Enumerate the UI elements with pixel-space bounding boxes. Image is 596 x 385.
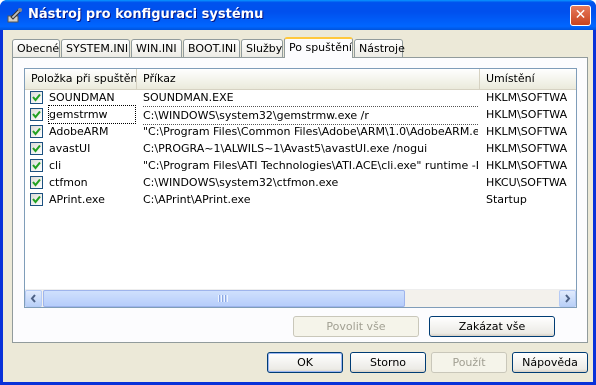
column-header-item[interactable]: Položka při spuštění	[25, 69, 137, 89]
enable-checkbox[interactable]	[30, 159, 43, 172]
list-item[interactable]: cli "C:\Program Files\ATI Technologies\A…	[25, 157, 576, 174]
dialog-client: Obecné SYSTEM.INI WIN.INI BOOT.INI Služb…	[3, 30, 593, 382]
item-location: HKLM\SOFTWA	[486, 91, 568, 104]
scroll-right-button[interactable]	[559, 290, 576, 307]
enable-checkbox[interactable]	[30, 193, 43, 206]
check-icon	[32, 93, 41, 102]
arrow-right-icon	[565, 294, 571, 303]
tab-win-ini[interactable]: WIN.INI	[131, 39, 182, 57]
check-icon	[32, 161, 41, 170]
check-icon	[32, 127, 41, 136]
item-name: gemstrmw	[48, 105, 136, 124]
help-button[interactable]: Nápověda	[512, 352, 588, 373]
list-item[interactable]: avastUI C:\PROGRA~1\ALWILS~1\Avast5\avas…	[25, 140, 576, 157]
item-location: HKLM\SOFTWA	[486, 125, 568, 138]
item-name: ctfmon	[49, 176, 88, 189]
check-icon	[32, 178, 41, 187]
disable-all-button[interactable]: Zakázat vše	[429, 316, 555, 337]
item-location: Startup	[486, 193, 527, 206]
enable-checkbox[interactable]	[30, 176, 43, 189]
grip-icon	[218, 295, 228, 302]
tab-services[interactable]: Služby	[241, 39, 283, 57]
item-command: "C:\Program Files\Common Files\Adobe\ARM…	[143, 125, 478, 138]
list-item[interactable]: gemstrmw C:\WINDOWS\system32\gemstrmw.ex…	[25, 105, 576, 125]
horizontal-scrollbar[interactable]	[25, 289, 576, 307]
item-location: HKCU\SOFTWA	[486, 176, 567, 189]
item-command: C:\WINDOWS\system32\ctfmon.exe	[143, 176, 339, 189]
enable-checkbox[interactable]	[30, 142, 43, 155]
list-header: Položka při spuštění Příkaz Umístění	[25, 69, 576, 90]
cancel-button[interactable]: Storno	[350, 352, 426, 373]
tab-general[interactable]: Obecné	[12, 39, 60, 57]
msconfig-icon	[7, 8, 22, 23]
list-item[interactable]: ctfmon C:\WINDOWS\system32\ctfmon.exe HK…	[25, 174, 576, 191]
enable-checkbox[interactable]	[30, 125, 43, 138]
enable-checkbox[interactable]	[30, 91, 43, 104]
item-command: SOUNDMAN.EXE	[143, 91, 234, 104]
arrow-left-icon	[30, 294, 36, 303]
list-item[interactable]: AdobeARM "C:\Program Files\Common Files\…	[25, 123, 576, 140]
item-location: HKLM\SOFTWA	[486, 142, 568, 155]
check-icon	[32, 110, 41, 119]
column-header-location[interactable]: Umístění	[480, 69, 576, 89]
ok-button[interactable]: OK	[267, 352, 343, 373]
column-header-command[interactable]: Příkaz	[137, 69, 480, 89]
title-bar[interactable]: Nástroj pro konfiguraci systému ✕	[0, 0, 596, 30]
item-command: "C:\Program Files\ATI Technologies\ATI.A…	[143, 159, 478, 172]
scroll-left-button[interactable]	[25, 290, 42, 307]
item-command: C:\APrint\APrint.exe	[143, 193, 251, 206]
scroll-thumb[interactable]	[43, 290, 405, 307]
startup-tab-panel: Položka při spuštění Příkaz Umístění SOU…	[12, 57, 588, 343]
list-item[interactable]: APrint.exe C:\APrint\APrint.exe Startup	[25, 191, 576, 208]
tab-boot-ini[interactable]: BOOT.INI	[183, 39, 240, 57]
apply-button[interactable]: Použít	[431, 352, 507, 373]
item-name: SOUNDMAN	[49, 91, 115, 104]
tab-startup[interactable]: Po spuštění	[284, 37, 353, 58]
item-name: AdobeARM	[49, 125, 109, 138]
item-location: HKLM\SOFTWA	[486, 159, 568, 172]
item-name: avastUI	[49, 142, 91, 155]
window-title: Nástroj pro konfiguraci systému	[28, 7, 264, 22]
enable-checkbox[interactable]	[30, 108, 43, 121]
tab-system-ini[interactable]: SYSTEM.INI	[61, 39, 130, 57]
item-command: C:\PROGRA~1\ALWILS~1\Avast5\avastUI.exe …	[143, 142, 428, 155]
item-name: cli	[49, 159, 62, 172]
startup-list[interactable]: Položka při spuštění Příkaz Umístění SOU…	[24, 68, 577, 308]
tab-tools[interactable]: Nástroje	[354, 39, 405, 57]
enable-all-button[interactable]: Povolit vše	[293, 316, 419, 337]
check-icon	[32, 195, 41, 204]
close-icon: ✕	[574, 7, 587, 23]
dialog-window: Nástroj pro konfiguraci systému ✕ Obecné…	[0, 0, 596, 385]
item-name: APrint.exe	[49, 193, 105, 206]
close-button[interactable]: ✕	[570, 5, 591, 26]
item-location: HKLM\SOFTWA	[486, 108, 568, 121]
list-item[interactable]: SOUNDMAN SOUNDMAN.EXE HKLM\SOFTWA	[25, 89, 576, 106]
check-icon	[32, 144, 41, 153]
